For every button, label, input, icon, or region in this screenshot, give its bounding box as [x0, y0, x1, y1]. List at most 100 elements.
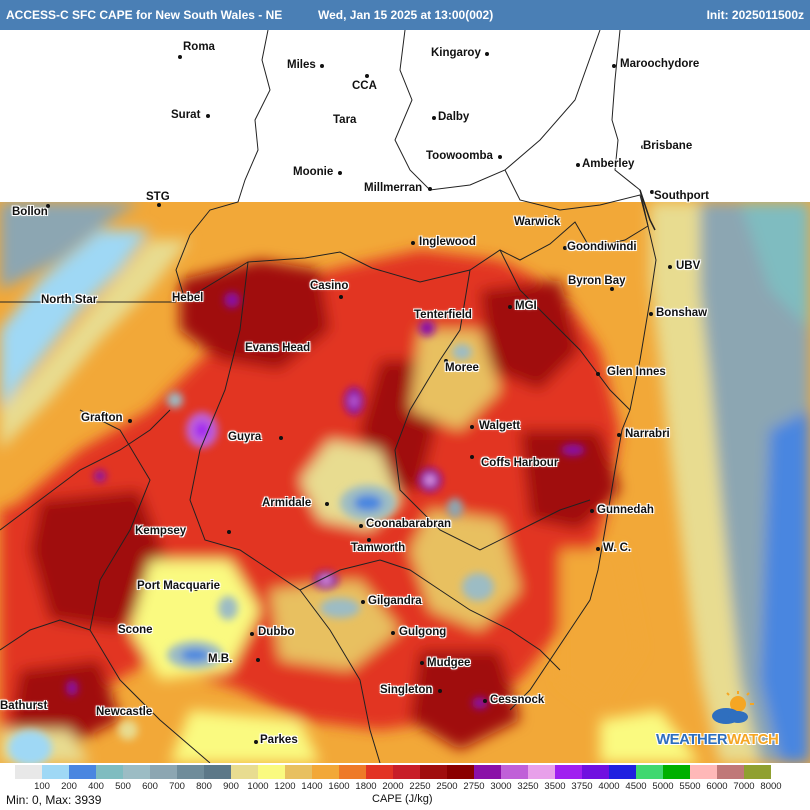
legend-swatch: [339, 765, 366, 779]
city-label: Parkes: [260, 734, 298, 746]
city-label: Evans Head: [245, 342, 311, 354]
city-label: Tara: [333, 114, 357, 126]
city-marker: [576, 163, 580, 167]
city-marker: [617, 433, 621, 437]
city-label: Surat: [171, 109, 201, 121]
city-marker: [649, 312, 653, 316]
city-label: Cessnock: [490, 694, 545, 706]
city-label: Amberley: [582, 158, 635, 170]
legend-tick-label: 3750: [571, 781, 593, 792]
legend-swatch: [258, 765, 285, 779]
city-marker: [178, 55, 182, 59]
city-marker: [256, 658, 260, 662]
city-marker: [128, 419, 132, 423]
legend-tick-label: 1200: [274, 781, 296, 792]
legend-tick-label: 700: [169, 781, 185, 792]
city-label: Gunnedah: [597, 504, 654, 516]
city-label: Newcastle: [96, 706, 153, 718]
city-marker: [610, 287, 614, 291]
legend-tick-label: 500: [115, 781, 131, 792]
legend-swatch: [609, 765, 636, 779]
city-label: STG: [146, 191, 170, 203]
city-marker: [668, 265, 672, 269]
legend-swatch: [69, 765, 96, 779]
legend-tick-label: 3250: [517, 781, 539, 792]
city-label: Guyra: [228, 431, 262, 443]
city-marker: [411, 241, 415, 245]
legend-tick-label: 6000: [706, 781, 728, 792]
city-marker: [432, 116, 436, 120]
legend-tick-label: 1600: [328, 781, 350, 792]
legend-tick-label: 7000: [733, 781, 755, 792]
legend-tick-label: 5500: [679, 781, 701, 792]
legend-swatch: [42, 765, 69, 779]
city-label: Port Macquarie: [137, 580, 221, 592]
city-label: Scone: [118, 624, 153, 636]
city-label: Inglewood: [419, 236, 476, 248]
weatherwatch-logo: WEATHERWATCH: [656, 690, 801, 756]
city-label: Tenterfield: [414, 309, 472, 321]
city-marker: [365, 74, 369, 78]
city-marker: [339, 295, 343, 299]
city-label: Grafton: [81, 412, 123, 424]
min-max-label: Min: 0, Max: 3939: [6, 793, 102, 807]
legend-tick-label: 2500: [436, 781, 458, 792]
legend-tick-label: 8000: [760, 781, 782, 792]
legend-swatch: [312, 765, 339, 779]
city-marker: [590, 509, 594, 513]
city-label: Brisbane: [643, 140, 693, 152]
city-marker: [325, 502, 329, 506]
legend-tick-label: 3500: [544, 781, 566, 792]
legend: 100 200 400 500 600 700 800 900 1000 1200 1400 1600…: [0, 763, 810, 810]
city-marker: [157, 203, 161, 207]
legend-tick-label: 2250: [409, 781, 431, 792]
city-label: Walgett: [479, 420, 521, 432]
city-label: Maroochydore: [620, 58, 700, 70]
legend-swatch: [447, 765, 474, 779]
city-marker: [596, 547, 600, 551]
legend-tick-label: 1400: [301, 781, 323, 792]
city-label: Dubbo: [258, 626, 295, 638]
legend-swatch: [177, 765, 204, 779]
city-label: Miles: [287, 59, 316, 71]
city-marker: [279, 436, 283, 440]
city-label: Dalby: [438, 111, 470, 123]
legend-tick-label: 100: [34, 781, 50, 792]
legend-swatch: [744, 765, 771, 779]
city-marker: [420, 661, 424, 665]
city-marker: [206, 114, 210, 118]
legend-tick-label: 4000: [598, 781, 620, 792]
legend-tick-label: 200: [61, 781, 77, 792]
legend-swatch: [204, 765, 231, 779]
city-marker: [250, 632, 254, 636]
legend-tick-label: 900: [223, 781, 239, 792]
city-label: Goondiwindi: [567, 241, 637, 253]
legend-swatch: [582, 765, 609, 779]
city-marker: [254, 740, 258, 744]
city-label: Toowoomba: [426, 150, 493, 162]
city-label: Coonabarabran: [366, 518, 451, 530]
legend-swatch: [15, 765, 42, 779]
city-label: Millmerran: [364, 182, 423, 194]
legend-swatch: [366, 765, 393, 779]
city-label: Bathurst: [0, 700, 48, 712]
legend-tick-label: 2750: [463, 781, 485, 792]
city-label: Glen Innes: [607, 366, 666, 378]
legend-tick-label: 400: [88, 781, 104, 792]
city-label: Roma: [183, 41, 215, 53]
city-label: MGI: [515, 300, 537, 312]
legend-swatch: [717, 765, 744, 779]
city-marker: [338, 171, 342, 175]
city-label: Southport: [654, 190, 709, 202]
city-label: Kingaroy: [431, 47, 481, 59]
header-bar: ACCESS-C SFC CAPE for New South Wales - …: [0, 0, 810, 30]
city-marker: [428, 187, 432, 191]
legend-colorbar: [15, 765, 771, 779]
map-title: ACCESS-C SFC CAPE for New South Wales - …: [6, 8, 283, 22]
legend-tick-label: 1000: [247, 781, 269, 792]
city-marker: [470, 425, 474, 429]
valid-time: Wed, Jan 15 2025 at 13:00(002): [318, 8, 494, 22]
city-marker: [596, 372, 600, 376]
city-label: Tamworth: [351, 542, 406, 554]
city-label: Moonie: [293, 166, 334, 178]
